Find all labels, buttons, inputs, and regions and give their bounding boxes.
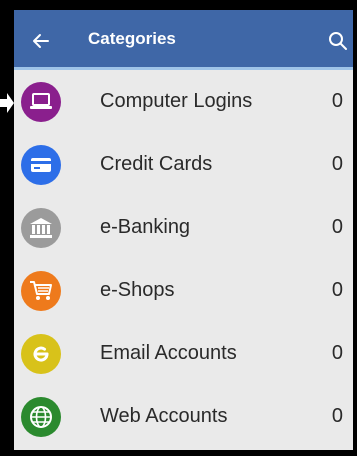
- list-item-label: e-Shops: [100, 279, 175, 301]
- arrow-left-icon: [33, 34, 49, 48]
- app-bar: Categories: [14, 10, 353, 70]
- credit-card-icon: [21, 145, 61, 185]
- search-icon: [329, 32, 347, 50]
- list-item-count: 0: [331, 90, 343, 112]
- list-item-count: 0: [331, 153, 343, 175]
- list-item-e-shops[interactable]: e-Shops 0: [14, 259, 353, 322]
- page-title: Categories: [88, 29, 176, 48]
- email-icon: [21, 334, 61, 374]
- list-item-count: 0: [331, 342, 343, 364]
- list-item-e-banking[interactable]: e-Banking 0: [14, 196, 353, 259]
- category-list: Computer Logins 0 Credit Cards 0 e-Banki…: [14, 70, 353, 448]
- globe-icon: [21, 397, 61, 437]
- list-item-email-accounts[interactable]: Email Accounts 0: [14, 322, 353, 385]
- laptop-icon: [21, 82, 61, 122]
- shopping-cart-icon: [21, 271, 61, 311]
- list-item-count: 0: [331, 405, 343, 427]
- list-item-count: 0: [331, 279, 343, 301]
- list-item-computer-logins[interactable]: Computer Logins 0: [14, 70, 353, 133]
- list-item-label: Email Accounts: [100, 342, 237, 364]
- app-screen: Categories Computer Logins 0 Credit Card…: [14, 10, 353, 450]
- list-item-label: Web Accounts: [100, 405, 228, 427]
- list-item-web-accounts[interactable]: Web Accounts 0: [14, 385, 353, 448]
- pointer-arrow-icon: [0, 93, 14, 113]
- bank-icon: [21, 208, 61, 248]
- list-item-label: Computer Logins: [100, 90, 253, 112]
- back-button[interactable]: [26, 26, 56, 56]
- list-item-label: Credit Cards: [100, 153, 213, 175]
- list-item-credit-cards[interactable]: Credit Cards 0: [14, 133, 353, 196]
- search-button[interactable]: [323, 26, 353, 56]
- list-item-count: 0: [331, 216, 343, 238]
- list-item-label: e-Banking: [100, 216, 191, 238]
